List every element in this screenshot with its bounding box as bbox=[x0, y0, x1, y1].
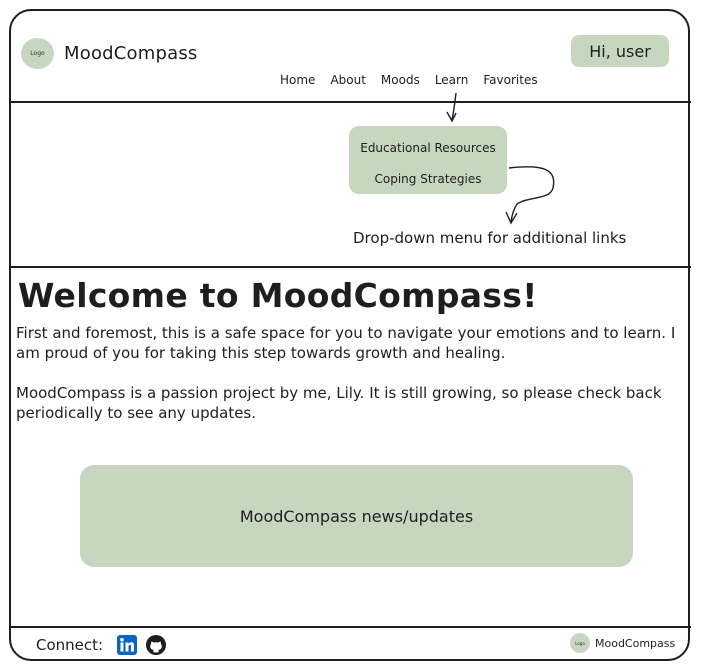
news-updates-label: MoodCompass news/updates bbox=[239, 506, 474, 526]
footer-divider bbox=[10, 626, 691, 628]
greeting-badge[interactable]: Hi, user bbox=[571, 35, 669, 67]
header-divider bbox=[10, 101, 691, 103]
footer-logo-text: Logo bbox=[575, 640, 585, 646]
dropdown-annotation: Drop-down menu for additional links bbox=[353, 229, 627, 247]
nav-home[interactable]: Home bbox=[280, 73, 315, 87]
github-icon[interactable] bbox=[146, 635, 166, 655]
nav-moods[interactable]: Moods bbox=[381, 73, 420, 87]
section-divider bbox=[10, 266, 691, 268]
logo[interactable]: Logo bbox=[21, 38, 54, 69]
footer-logo[interactable]: Logo bbox=[570, 633, 590, 653]
footer-brand-name[interactable]: MoodCompass bbox=[595, 637, 675, 650]
news-updates-panel[interactable]: MoodCompass news/updates bbox=[80, 465, 633, 567]
page-title: Welcome to MoodCompass! bbox=[18, 276, 538, 315]
arrow-learn-icon bbox=[446, 92, 457, 123]
logo-text: Logo bbox=[30, 50, 45, 57]
nav-about[interactable]: About bbox=[330, 73, 365, 87]
nav-learn[interactable]: Learn bbox=[435, 73, 469, 87]
linkedin-icon[interactable] bbox=[117, 635, 137, 655]
dropdown-item-coping-strategies[interactable]: Coping Strategies bbox=[349, 172, 507, 186]
connect-label: Connect: bbox=[36, 636, 104, 654]
nav-favorites[interactable]: Favorites bbox=[483, 73, 537, 87]
main-nav: Home About Moods Learn Favorites bbox=[280, 73, 538, 87]
dropdown-item-educational-resources[interactable]: Educational Resources bbox=[349, 141, 507, 155]
annotation-arrow-icon bbox=[505, 166, 555, 225]
about-paragraph: MoodCompass is a passion project by me, … bbox=[16, 384, 662, 422]
intro-paragraph: First and foremost, this is a safe space… bbox=[16, 324, 676, 362]
brand-name[interactable]: MoodCompass bbox=[64, 43, 198, 64]
learn-dropdown: Educational Resources Coping Strategies bbox=[349, 126, 507, 194]
